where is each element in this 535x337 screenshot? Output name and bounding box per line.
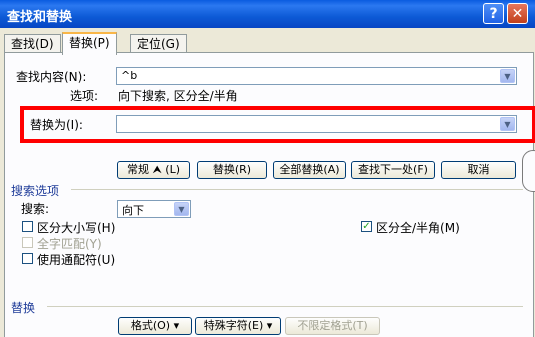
search-direction-select[interactable]: 向下 ▼ <box>117 200 191 218</box>
tab-find[interactable]: 查找(D) <box>4 34 61 53</box>
options-label: 选项: <box>70 89 99 103</box>
width-label: 区分全/半角(M) <box>376 221 460 235</box>
search-direction-value: 向下 <box>122 204 144 217</box>
title-bar[interactable]: 查找和替换 ? ✕ <box>0 0 535 28</box>
divider <box>47 306 523 307</box>
scroll-edge <box>522 150 535 192</box>
tab-replace[interactable]: 替换(P) <box>62 32 117 55</box>
width-checkbox[interactable]: ✓ <box>361 221 372 232</box>
options-value: 向下搜索, 区分全/半角 <box>118 89 238 103</box>
replace-all-button[interactable]: 全部替换(A) <box>273 161 346 179</box>
find-replace-dialog: 查找和替换 ? ✕ 查找(D) 替换(P) 定位(G) 查找内容(N): ^b … <box>0 0 535 337</box>
chevron-down-icon[interactable]: ▼ <box>500 69 515 83</box>
whole-word-label: 全字匹配(Y) <box>37 237 102 251</box>
match-case-label: 区分大小写(H) <box>37 221 116 235</box>
tab-goto[interactable]: 定位(G) <box>130 34 187 53</box>
cancel-button[interactable]: 取消 <box>441 161 516 179</box>
find-value: ^b <box>121 69 138 82</box>
special-button[interactable]: 特殊字符(E) ▾ <box>195 317 281 335</box>
close-button[interactable]: ✕ <box>507 3 528 24</box>
replace-section-title: 替换 <box>11 301 36 315</box>
divider <box>71 189 523 190</box>
find-input[interactable]: ^b ▼ <box>116 67 517 85</box>
wildcards-checkbox[interactable] <box>22 253 33 264</box>
format-button[interactable]: 格式(O) ▾ <box>118 317 192 335</box>
help-button[interactable]: ? <box>483 3 504 24</box>
dialog-title: 查找和替换 <box>7 10 73 25</box>
replace-button[interactable]: 替换(R) <box>197 161 267 179</box>
find-next-button[interactable]: 查找下一处(F) <box>351 161 435 179</box>
highlight-box <box>20 106 535 143</box>
whole-word-checkbox[interactable] <box>22 237 33 248</box>
tab-panel: 查找内容(N): ^b ▼ 选项: 向下搜索, 区分全/半角 替换为(I): ▼… <box>4 52 534 337</box>
no-format-button[interactable]: 不限定格式(T) <box>285 317 380 335</box>
search-options-title: 搜索选项 <box>11 184 60 198</box>
wildcards-label: 使用通配符(U) <box>37 253 116 267</box>
find-label: 查找内容(N): <box>16 70 87 84</box>
less-button[interactable]: 常规 ⮝ (L) <box>117 161 190 179</box>
chevron-down-icon[interactable]: ▼ <box>174 202 189 216</box>
search-direction-label: 搜索: <box>21 202 50 216</box>
match-case-checkbox[interactable] <box>22 221 33 232</box>
